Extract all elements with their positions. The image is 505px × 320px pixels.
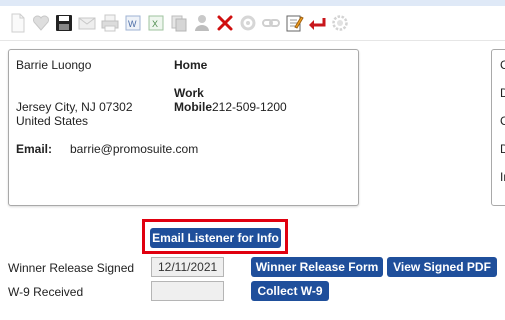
edit-notes-icon[interactable] xyxy=(284,13,304,33)
copy-icon[interactable] xyxy=(169,13,189,33)
email-value: barrie@promosuite.com xyxy=(70,142,199,156)
side-card: C D C D In xyxy=(491,49,505,206)
word-export-icon[interactable]: W xyxy=(123,13,143,33)
gear-disabled-icon[interactable] xyxy=(238,13,258,33)
top-strip xyxy=(0,0,505,6)
mobile-phone: Mobile212-509-1200 xyxy=(174,100,287,114)
toolbar: W X xyxy=(8,9,350,37)
svg-text:W: W xyxy=(128,19,137,29)
save-icon[interactable] xyxy=(54,13,74,33)
contact-name: Barrie Luongo xyxy=(16,58,92,72)
excel-export-icon[interactable]: X xyxy=(146,13,166,33)
delete-icon[interactable] xyxy=(215,13,235,33)
side-card-label-3: C xyxy=(500,114,505,128)
email-icon[interactable] xyxy=(77,13,97,33)
mobile-phone-label: Mobile xyxy=(174,100,212,114)
winner-release-date-field[interactable]: 12/11/2021 xyxy=(151,257,224,277)
side-card-label-5: In xyxy=(500,170,505,184)
user-icon[interactable] xyxy=(192,13,212,33)
contact-card: Barrie Luongo Home Work Jersey City, NJ … xyxy=(8,49,359,206)
new-document-icon[interactable] xyxy=(8,13,28,33)
home-phone-label: Home xyxy=(174,58,208,72)
view-signed-pdf-button[interactable]: View Signed PDF xyxy=(387,257,497,277)
work-phone-label: Work xyxy=(174,86,204,100)
side-card-label-2: D xyxy=(500,86,505,100)
return-icon[interactable] xyxy=(307,13,327,33)
winner-release-signed-label: Winner Release Signed xyxy=(8,261,135,275)
collect-w9-button[interactable]: Collect W-9 xyxy=(251,281,329,301)
email-listener-button[interactable]: Email Listener for Info xyxy=(150,228,281,248)
w9-received-field[interactable] xyxy=(151,281,224,301)
w9-received-label: W-9 Received xyxy=(8,285,84,299)
contact-country: United States xyxy=(16,114,89,128)
heart-icon[interactable] xyxy=(31,13,51,33)
email-label: Email: xyxy=(16,142,53,156)
link-icon[interactable] xyxy=(261,13,281,33)
mobile-phone-value: 212-509-1200 xyxy=(212,100,287,114)
side-card-label-4: D xyxy=(500,142,505,156)
settings-icon[interactable] xyxy=(330,13,350,33)
winner-release-form-button[interactable]: Winner Release Form xyxy=(251,257,383,277)
side-card-label-1: C xyxy=(500,58,505,72)
contact-city-state-zip: Jersey City, NJ 07302 xyxy=(16,100,133,114)
print-icon[interactable] xyxy=(100,13,120,33)
svg-text:X: X xyxy=(152,19,158,29)
toolbar-divider xyxy=(0,40,505,41)
